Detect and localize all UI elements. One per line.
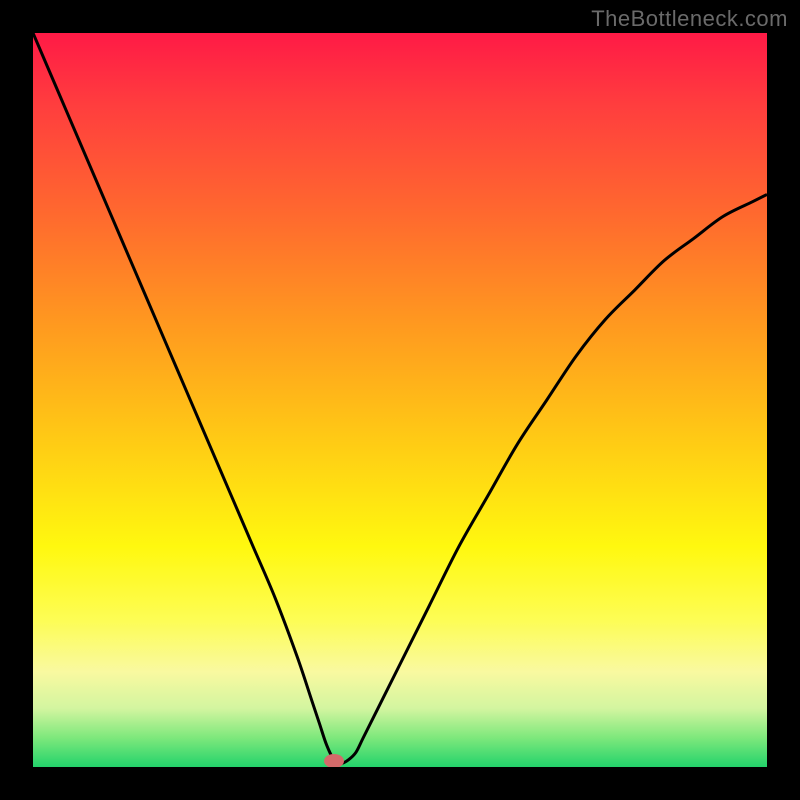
watermark-text: TheBottleneck.com: [591, 6, 788, 32]
curve-svg: [33, 33, 767, 767]
plot-area: [33, 33, 767, 767]
minimum-marker: [324, 754, 344, 767]
bottleneck-curve: [33, 33, 767, 763]
chart-frame: TheBottleneck.com: [0, 0, 800, 800]
